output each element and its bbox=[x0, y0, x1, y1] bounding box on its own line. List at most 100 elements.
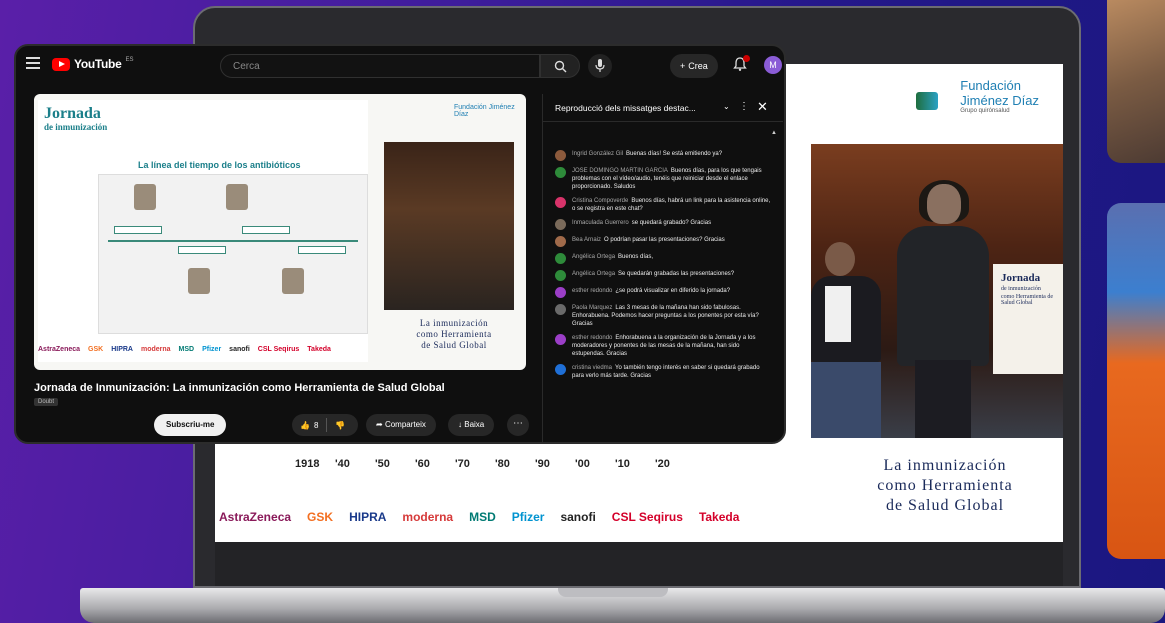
chat-author[interactable]: Paola Marquez bbox=[572, 305, 612, 311]
slide-sponsor: HIPRA bbox=[111, 346, 133, 353]
jornada-line-2: de inmunización bbox=[44, 122, 108, 132]
fund-line-3: Grupo quirónsalud bbox=[960, 108, 1010, 114]
avatar[interactable] bbox=[555, 167, 566, 178]
fundacion-logo: Fundación Jiménez Díaz Grupo quirónsalud bbox=[960, 78, 1039, 114]
plus-icon: + bbox=[680, 61, 686, 71]
year-label: '50 bbox=[375, 458, 390, 470]
speaker-photo: Jornada de inmunización como Herramienta… bbox=[811, 144, 1063, 438]
banner-line-3: como Herramienta de Salud Global bbox=[1001, 294, 1053, 306]
avatar[interactable] bbox=[555, 304, 566, 315]
avatar[interactable] bbox=[555, 219, 566, 230]
slide-title-line-3: de Salud Global bbox=[421, 340, 487, 350]
chat-author[interactable]: Angélica Ortega bbox=[572, 271, 615, 277]
sponsor-gsk: GSK bbox=[307, 510, 334, 524]
slide-sponsor: GSK bbox=[88, 346, 104, 353]
banner-line-2: de inmunización bbox=[1001, 286, 1041, 292]
slide-title-line-2: como Herramienta bbox=[416, 329, 492, 339]
thumbs-up-icon[interactable]: 👍 bbox=[300, 421, 310, 430]
subscribe-button[interactable]: Subscriu-me bbox=[154, 414, 227, 436]
chat-message: esther redondo ¿se podrá visualizar en di… bbox=[555, 287, 771, 298]
timeline-line bbox=[108, 240, 358, 242]
scroll-up-icon[interactable]: ▲ bbox=[771, 130, 777, 136]
chat-author[interactable]: cristina viedma bbox=[572, 365, 612, 371]
sponsor-csl-seqirus: CSL Seqirus bbox=[611, 510, 683, 524]
chat-messages: Ingrid González Gil Buenas días! Se está … bbox=[555, 150, 771, 386]
portrait-image bbox=[188, 268, 210, 294]
search-button[interactable] bbox=[540, 54, 580, 78]
chat-header: Reproducció dels missatges destac... ⌄ ⋮… bbox=[543, 94, 783, 122]
timeline-node bbox=[242, 226, 290, 234]
menu-icon[interactable] bbox=[26, 57, 40, 69]
voice-search-button[interactable] bbox=[588, 54, 612, 78]
slide-heading: La línea del tiempo de los antibióticos bbox=[138, 160, 301, 170]
chat-author[interactable]: JOSE DOMINGO MARTIN GARCIA bbox=[572, 168, 668, 174]
slide-content: Jornada de inmunización La línea del tie… bbox=[38, 100, 368, 362]
chat-message: Ingrid González Gil Buenas días! Se está … bbox=[555, 150, 771, 161]
chat-author[interactable]: Inmaculada Guerrero bbox=[572, 220, 629, 226]
video-player[interactable]: Jornada de inmunización La línea del tie… bbox=[34, 94, 526, 370]
youtube-logo[interactable]: YouTube ES bbox=[52, 57, 133, 71]
sponsor-pfizer: Pfizer bbox=[511, 510, 545, 524]
avatar[interactable] bbox=[555, 197, 566, 208]
chat-message: JOSE DOMINGO MARTIN GARCIA Buenos días, p… bbox=[555, 167, 771, 191]
avatar[interactable] bbox=[555, 150, 566, 161]
chat-text: ¿se podrá visualizar en diferido la jorn… bbox=[615, 288, 731, 294]
video-title: Jornada de Inmunización: La inmunización… bbox=[34, 382, 445, 394]
chat-message-body: Ingrid González Gil Buenas días! Se está … bbox=[572, 150, 722, 161]
chat-author[interactable]: Bea Arnaiz bbox=[572, 237, 601, 243]
banner-line-1: Jornada bbox=[1001, 272, 1041, 284]
avatar[interactable] bbox=[555, 287, 566, 298]
fundacion-logo-mark bbox=[916, 92, 938, 110]
more-options-icon[interactable]: ⋯ bbox=[507, 414, 529, 436]
slide-sponsor: Pfizer bbox=[202, 346, 222, 353]
chat-message-body: Paola Marquez Las 3 mesas de la mañana ha… bbox=[572, 304, 771, 328]
slide-speaker-photo bbox=[384, 142, 514, 310]
year-label: '40 bbox=[335, 458, 350, 470]
jornada-line-1: Jornada bbox=[44, 105, 101, 122]
year-label: '20 bbox=[655, 458, 670, 470]
chat-author[interactable]: esther redondo bbox=[572, 335, 612, 341]
sponsor-hipra: HIPRA bbox=[349, 510, 387, 524]
chat-author[interactable]: Angélica Ortega bbox=[572, 254, 615, 260]
avatar[interactable] bbox=[555, 236, 566, 247]
laptop-notch bbox=[558, 588, 668, 597]
sponsor-astrazeneca: AstraZeneca bbox=[219, 510, 292, 524]
create-button[interactable]: + Crea bbox=[670, 54, 718, 78]
slide-sponsor: MSD bbox=[178, 346, 195, 353]
timeline-node bbox=[298, 246, 346, 254]
year-label: '80 bbox=[495, 458, 510, 470]
avatar[interactable] bbox=[555, 270, 566, 281]
chat-message: esther redondo Enhorabuena a la organizac… bbox=[555, 334, 771, 358]
search-input[interactable]: Cerca bbox=[220, 54, 540, 78]
share-button[interactable]: ➦ Comparteix bbox=[366, 414, 436, 436]
portrait-image bbox=[226, 184, 248, 210]
slide-sponsors: AstraZeneca GSK HIPRA moderna MSD Pfizer… bbox=[38, 346, 378, 353]
avatar[interactable] bbox=[555, 364, 566, 375]
chat-author[interactable]: Ingrid González Gil bbox=[572, 151, 623, 157]
year-label: '60 bbox=[415, 458, 430, 470]
thumbs-down-icon[interactable]: 👎 bbox=[335, 421, 345, 430]
avatar[interactable] bbox=[555, 253, 566, 264]
chat-message-body: cristina viedma Yo también tengo interés … bbox=[572, 364, 771, 380]
chat-message-body: Cristina Compoverde Buenos días, habrá un… bbox=[572, 197, 771, 213]
chat-header-title[interactable]: Reproducció dels missatges destac... bbox=[555, 103, 696, 113]
close-icon[interactable]: ✕ bbox=[757, 99, 768, 115]
chat-author[interactable]: Cristina Compoverde bbox=[572, 198, 628, 204]
chevron-down-icon[interactable]: ⌄ bbox=[723, 102, 730, 111]
sponsor-logos: AstraZeneca GSK HIPRA moderna MSD Pfizer… bbox=[215, 502, 815, 532]
avatar[interactable]: M bbox=[764, 56, 782, 74]
chat-message: cristina viedma Yo también tengo interés … bbox=[555, 364, 771, 380]
chat-text: Se quedarán grabadas las presentaciones? bbox=[618, 271, 735, 277]
sponsor-takeda: Takeda bbox=[698, 510, 740, 524]
chat-text: se quedará grabado? Gracias bbox=[631, 220, 712, 226]
chat-message: Bea Arnaiz O podrían pasar las presentaci… bbox=[555, 236, 771, 247]
slide-sponsor: AstraZeneca bbox=[38, 346, 81, 353]
avatar[interactable] bbox=[555, 334, 566, 345]
more-vert-icon[interactable]: ⋮ bbox=[739, 101, 749, 112]
jornada-logo: Jornada de inmunización bbox=[44, 105, 108, 133]
timeline-node bbox=[178, 246, 226, 254]
chat-author[interactable]: esther redondo bbox=[572, 288, 612, 294]
notifications-button[interactable] bbox=[732, 55, 750, 74]
notification-dot bbox=[743, 55, 750, 62]
download-button[interactable]: ↓ Baixa bbox=[448, 414, 495, 436]
